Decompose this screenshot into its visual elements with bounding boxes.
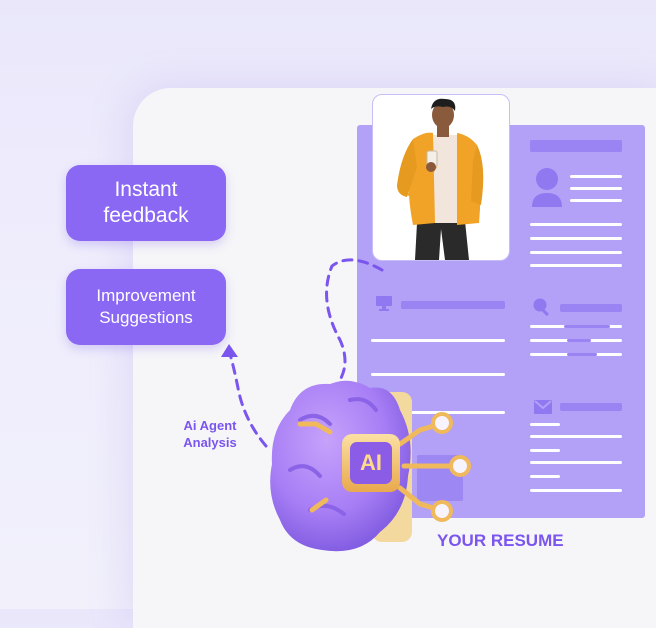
ai-chip-label: AI (360, 450, 382, 475)
your-resume-caption: YOUR RESUME (437, 531, 564, 550)
brain-icon (270, 380, 471, 552)
